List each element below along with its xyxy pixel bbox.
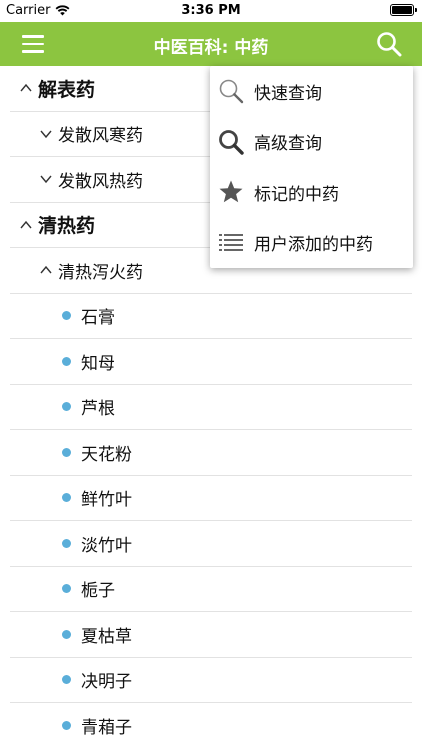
- tree-row-label: 清热泻火药: [58, 262, 143, 283]
- status-time: 3:36 PM: [181, 3, 241, 18]
- tree-row[interactable]: 鲜竹叶: [10, 476, 412, 521]
- tree-row-label: 淡竹叶: [81, 535, 132, 556]
- search-icon[interactable]: [376, 31, 402, 57]
- bold-magnifier-icon: [218, 129, 244, 155]
- tree-row-label: 决明子: [81, 672, 132, 693]
- bullet-dot-icon: [62, 402, 71, 412]
- bullet-dot-icon: [62, 538, 71, 548]
- chevron-up-icon: [40, 264, 52, 276]
- bullet-dot-icon: [62, 629, 71, 639]
- star-icon: [218, 179, 244, 205]
- tree-row-label: 夏枯草: [81, 626, 132, 647]
- page-title: 中医百科: 中药: [153, 38, 269, 58]
- tree-row[interactable]: 石膏: [10, 294, 412, 339]
- search-dropdown-menu: 快速查询 高级查询 标记的中药 用户添加的中药: [210, 66, 413, 268]
- tree-row-label: 鲜竹叶: [81, 490, 132, 511]
- menu-item-user-added-herbs[interactable]: 用户添加的中药: [210, 218, 413, 269]
- tree-row[interactable]: 天花粉: [10, 430, 412, 476]
- tree-row[interactable]: 芦根: [10, 385, 412, 430]
- tree-row-label: 芦根: [81, 399, 115, 420]
- bullet-dot-icon: [62, 675, 71, 685]
- menu-item-label: 高级查询: [254, 134, 322, 155]
- tree-row-label: 天花粉: [81, 444, 132, 465]
- bullet-dot-icon: [62, 356, 71, 366]
- bullet-dot-icon: [62, 447, 71, 457]
- list-icon: [218, 230, 244, 256]
- chevron-up-icon: [20, 219, 32, 231]
- menu-item-marked-herbs[interactable]: 标记的中药: [210, 167, 413, 218]
- tree-row-label: 发散风寒药: [58, 126, 143, 147]
- tree-row[interactable]: 栀子: [10, 567, 412, 612]
- bullet-dot-icon: [62, 311, 71, 321]
- tree-row-label: 石膏: [81, 308, 115, 329]
- bullet-dot-icon: [62, 584, 71, 594]
- tree-row[interactable]: 夏枯草: [10, 612, 412, 658]
- tree-row-label: 解表药: [38, 78, 96, 101]
- menu-item-quick-search[interactable]: 快速查询: [210, 66, 413, 117]
- menu-item-label: 快速查询: [254, 83, 322, 104]
- chevron-down-icon: [40, 128, 52, 140]
- menu-item-label: 用户添加的中药: [254, 235, 373, 256]
- tree-row[interactable]: 青葙子: [10, 703, 412, 749]
- tree-row-label: 发散风热药: [58, 171, 143, 192]
- tree-row-label: 清热药: [38, 215, 96, 238]
- tree-row-label: 知母: [81, 353, 115, 374]
- magnifier-icon: [218, 78, 244, 104]
- menu-item-label: 标记的中药: [254, 184, 339, 205]
- bullet-dot-icon: [62, 493, 71, 503]
- battery-icon: [390, 4, 417, 16]
- navigation-bar: 中医百科: 中药: [0, 22, 422, 66]
- tree-row-label: 栀子: [81, 581, 115, 602]
- chevron-up-icon: [20, 82, 32, 94]
- status-bar: Carrier 3:36 PM: [0, 0, 422, 22]
- tree-row[interactable]: 决明子: [10, 658, 412, 703]
- tree-row-label: 青葙子: [81, 718, 132, 739]
- menu-item-advanced-search[interactable]: 高级查询: [210, 117, 413, 168]
- bullet-dot-icon: [62, 721, 71, 731]
- chevron-down-icon: [40, 173, 52, 185]
- tree-row[interactable]: 淡竹叶: [10, 521, 412, 567]
- tree-row[interactable]: 知母: [10, 339, 412, 385]
